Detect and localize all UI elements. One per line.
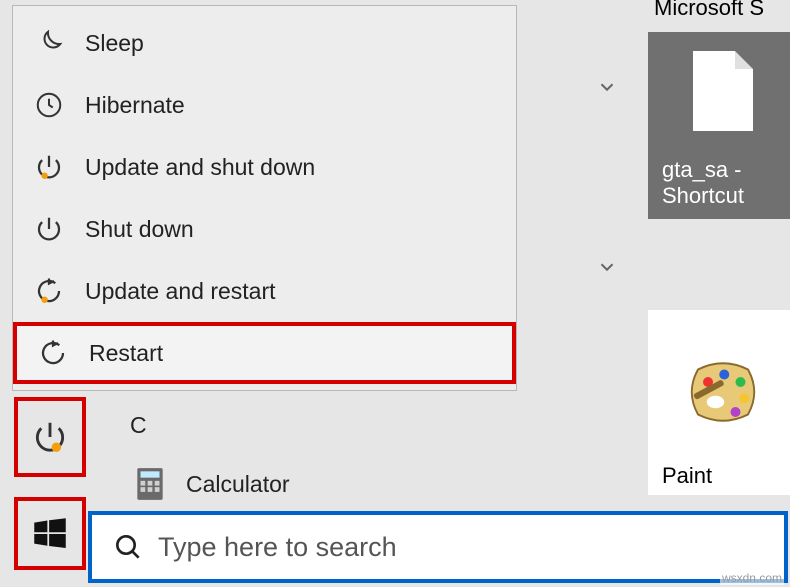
power-menu-restart-label: Restart bbox=[89, 340, 163, 367]
power-menu-update-restart-label: Update and restart bbox=[85, 278, 276, 305]
taskbar: Type here to search bbox=[0, 509, 790, 587]
power-menu-shutdown[interactable]: Shut down bbox=[13, 198, 516, 260]
tile-gta-sa-shortcut[interactable]: gta_sa - Shortcut bbox=[648, 32, 790, 219]
power-with-badge-icon bbox=[31, 418, 69, 456]
tile-paint[interactable]: Paint bbox=[648, 310, 790, 495]
power-menu-restart[interactable]: Restart bbox=[13, 322, 516, 384]
tile-gta-label: gta_sa - Shortcut bbox=[662, 157, 784, 209]
tile-group-label: Microsoft S bbox=[654, 0, 764, 21]
power-menu-update-restart[interactable]: Update and restart bbox=[13, 260, 516, 322]
power-menu-sleep[interactable]: Sleep bbox=[13, 12, 516, 74]
search-icon bbox=[106, 525, 150, 569]
calculator-icon bbox=[130, 464, 170, 504]
power-menu-update-shutdown[interactable]: Update and shut down bbox=[13, 136, 516, 198]
power-menu-sleep-label: Sleep bbox=[85, 30, 144, 57]
restart-icon bbox=[35, 335, 71, 371]
power-menu-shutdown-label: Shut down bbox=[85, 216, 194, 243]
taskbar-search-placeholder: Type here to search bbox=[158, 532, 397, 563]
power-icon bbox=[31, 211, 67, 247]
clock-icon bbox=[31, 87, 67, 123]
power-update-icon bbox=[31, 149, 67, 185]
taskbar-search[interactable]: Type here to search bbox=[88, 511, 788, 583]
moon-icon bbox=[31, 25, 67, 61]
start-rail-power-button[interactable] bbox=[14, 397, 86, 477]
document-icon bbox=[693, 51, 753, 131]
app-list-calculator[interactable]: Calculator bbox=[110, 455, 500, 513]
power-menu-hibernate[interactable]: Hibernate bbox=[13, 74, 516, 136]
app-list-group-header[interactable]: C bbox=[110, 395, 500, 455]
watermark: wsxdn.com bbox=[720, 571, 784, 585]
start-app-list: C Calculator bbox=[110, 395, 500, 513]
chevron-down-icon[interactable] bbox=[574, 252, 640, 282]
chevron-down-icon[interactable] bbox=[574, 72, 640, 102]
tile-paint-label: Paint bbox=[662, 463, 784, 489]
power-menu-update-shutdown-label: Update and shut down bbox=[85, 154, 315, 181]
power-menu: Sleep Hibernate Update and shut down Shu… bbox=[12, 5, 517, 391]
app-list-group-letter: C bbox=[130, 412, 147, 439]
app-list-calculator-label: Calculator bbox=[186, 471, 290, 498]
paint-icon bbox=[662, 320, 784, 463]
power-menu-hibernate-label: Hibernate bbox=[85, 92, 185, 119]
restart-update-icon bbox=[31, 273, 67, 309]
